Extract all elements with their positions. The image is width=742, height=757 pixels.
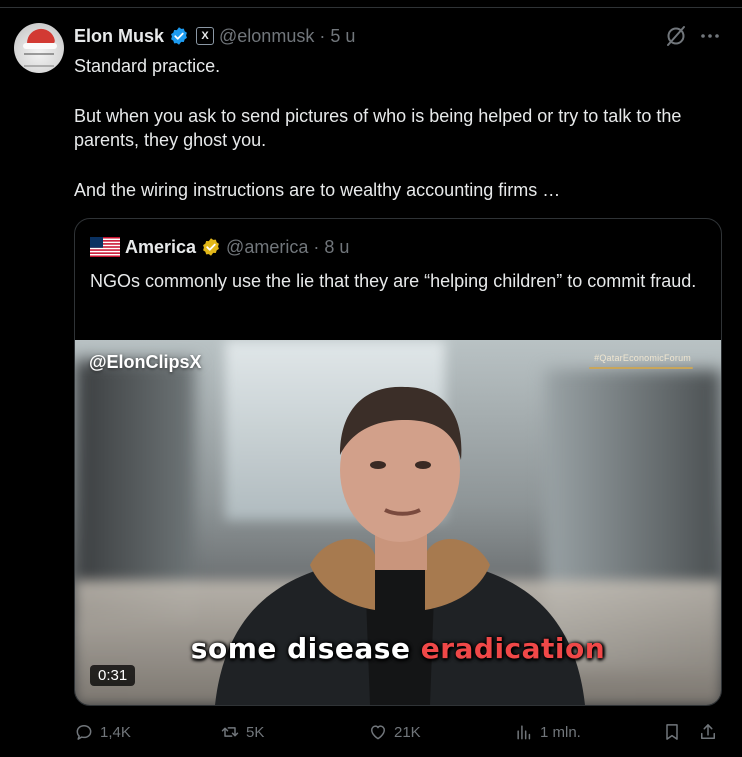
- verified-badge-icon[interactable]: [169, 26, 189, 46]
- quoted-tweet-text: NGOs commonly use the lie that they are …: [90, 271, 697, 291]
- avatar[interactable]: [14, 23, 64, 73]
- hat-brim-graphic: [23, 43, 57, 49]
- grok-icon[interactable]: [664, 24, 688, 48]
- reply-button[interactable]: 1,4K: [74, 720, 131, 744]
- tweet-body: Standard practice. But when you ask to s…: [74, 54, 714, 202]
- x-affiliation-badge-icon[interactable]: X: [196, 27, 215, 45]
- video-player[interactable]: @ElonClipsX #QatarEconomicForum some dis…: [75, 340, 721, 705]
- analytics-icon: [517, 725, 531, 740]
- gold-verified-badge-icon[interactable]: [201, 237, 221, 257]
- like-button[interactable]: 21K: [368, 720, 421, 744]
- event-tag: #QatarEconomicForum: [594, 353, 691, 363]
- caption-red-text: eradication: [420, 632, 606, 665]
- action-bar: 1,4K 5K 21K 1 mln.: [74, 720, 726, 744]
- event-tag-underline: [589, 367, 693, 369]
- caption-white-text: some disease: [190, 632, 411, 665]
- reply-count: 1,4K: [100, 723, 131, 741]
- avatar-scribble: [24, 53, 54, 67]
- video-duration-badge: 0:31: [90, 665, 136, 686]
- separator-dot: ·: [313, 236, 320, 257]
- quoted-tweet-header: America @america · 8 u: [90, 235, 349, 259]
- tweet-paragraph: But when you ask to send pictures of who…: [74, 105, 682, 151]
- video-caption: some disease eradication: [75, 632, 721, 665]
- view-count: 1 mln.: [540, 723, 581, 741]
- quoted-author-handle[interactable]: @america: [226, 237, 308, 258]
- like-count: 21K: [394, 723, 421, 741]
- repost-button[interactable]: 5K: [220, 720, 264, 744]
- repost-icon: [221, 727, 239, 737]
- tweet-timestamp[interactable]: 5 u: [330, 26, 355, 47]
- quoted-author-name[interactable]: America: [125, 237, 196, 258]
- heart-icon: [371, 725, 385, 740]
- tweet-header: Elon Musk X @elonmusk · 5 u: [74, 24, 355, 48]
- views-button[interactable]: 1 mln.: [514, 720, 581, 744]
- video-watermark: @ElonClipsX: [89, 352, 202, 372]
- tweet-paragraph: Standard practice.: [74, 56, 221, 76]
- author-handle[interactable]: @elonmusk: [219, 26, 314, 47]
- quoted-tweet-card[interactable]: America @america · 8 u NGOs commonly use…: [74, 218, 722, 706]
- more-options-icon[interactable]: [698, 24, 722, 48]
- us-flag-avatar-icon[interactable]: [90, 237, 120, 257]
- share-button[interactable]: [698, 720, 718, 744]
- quoted-timestamp[interactable]: 8 u: [324, 237, 349, 258]
- share-icon: [701, 724, 715, 739]
- tweet-paragraph: And the wiring instructions are to wealt…: [74, 179, 561, 200]
- bookmark-icon: [666, 724, 678, 740]
- separator-dot: ·: [319, 25, 326, 46]
- author-name[interactable]: Elon Musk: [74, 26, 164, 47]
- reply-icon: [76, 725, 92, 740]
- bookmark-button[interactable]: [662, 720, 682, 744]
- top-divider: [0, 7, 742, 8]
- repost-count: 5K: [246, 723, 265, 741]
